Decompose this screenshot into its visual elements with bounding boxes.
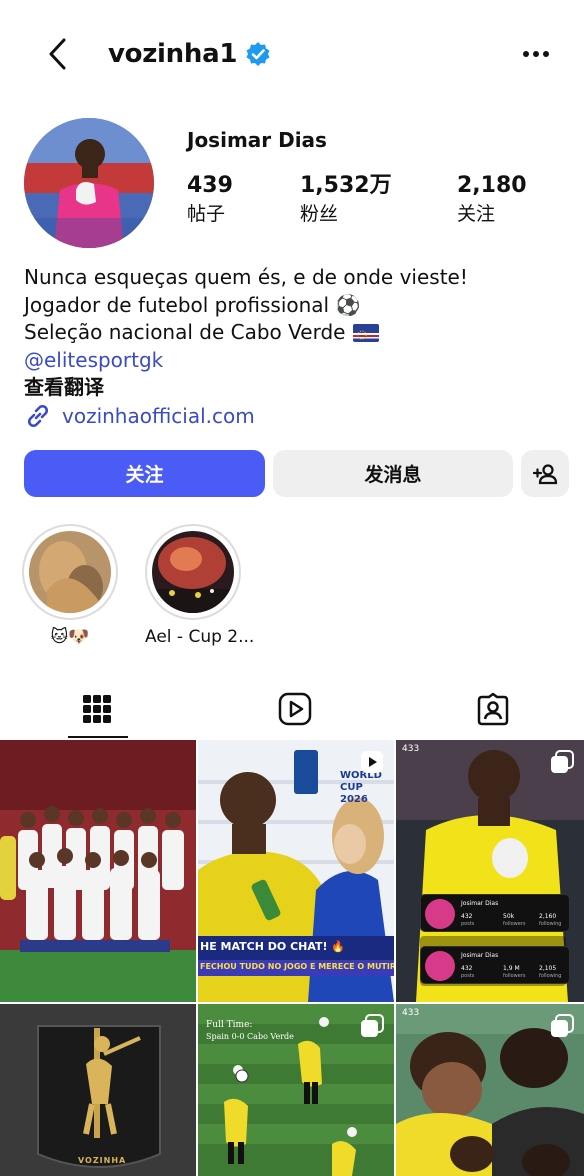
tab-reels[interactable] <box>198 680 392 738</box>
tab-tagged[interactable] <box>396 680 584 738</box>
post-thumbnail-4[interactable]: VOZINHA <box>0 1004 196 1176</box>
post-3-card-avatar <box>425 951 455 981</box>
stat-posts[interactable]: 439 帖子 <box>187 172 233 228</box>
carousel-badge-icon <box>361 1014 384 1037</box>
add-user-icon <box>532 463 558 484</box>
back-button[interactable] <box>40 36 76 72</box>
highlight-label-1: 🐱🐶 <box>50 627 90 647</box>
post-thumbnail-6[interactable]: 433 <box>396 1004 584 1176</box>
story-highlight-1[interactable]: 🐱🐶 <box>22 524 118 647</box>
post-3-card-2-lbl-followers: followers <box>503 973 526 979</box>
more-options-button[interactable] <box>516 36 556 72</box>
bio-line-1: Nunca esqueças quem és, e de onde vieste… <box>24 265 468 289</box>
stat-posts-label: 帖子 <box>187 203 226 225</box>
post-2-badge: WORLD CUP 2026 <box>340 770 382 805</box>
see-translation-button[interactable]: 查看翻译 <box>24 374 468 402</box>
username-header: vozinha1 <box>108 36 271 72</box>
profile-avatar[interactable] <box>24 118 154 248</box>
post-3-card-1-lbl-following: following <box>539 921 562 927</box>
website-link[interactable]: vozinhaofficial.com <box>24 402 255 430</box>
post-3-card-1-followers: 50k <box>503 913 515 920</box>
post-3-card-2-following: 2,105 <box>539 965 557 972</box>
post-3-card-1-name: Josimar Dias <box>461 900 499 907</box>
highlight-ring <box>145 524 241 620</box>
post-3-profile-card-1: Josimar Dias 432 50k 2,160 posts followe… <box>420 894 570 932</box>
post-thumbnail-2[interactable]: WORLD CUP 2026 HE MATCH DO CHAT! 🔥 FECHO… <box>198 740 394 1002</box>
tagged-icon <box>477 692 509 726</box>
post-2-subtitle: FECHOU TUDO NO JOGO E MERECE O MUTIRÃO <box>200 962 394 971</box>
bio-line-3-text: Seleção nacional de Cabo Verde <box>24 320 346 344</box>
stat-following[interactable]: 2,180 关注 <box>457 172 527 228</box>
more-horizontal-icon <box>523 51 549 57</box>
post-3-card-1-posts: 432 <box>461 913 473 920</box>
post-3-card-1-lbl-followers: followers <box>503 921 526 927</box>
post-3-card-2-name: Josimar Dias <box>461 952 499 959</box>
post-thumbnail-5[interactable]: Full Time: Spain 0-0 Cabo Verde <box>198 1004 394 1176</box>
tab-posts-grid[interactable] <box>0 680 194 738</box>
highlight-cover-2 <box>152 531 234 613</box>
post-4-plaque-text: VOZINHA <box>78 1156 127 1165</box>
cabo-verde-flag-icon <box>353 323 380 342</box>
post-3-card-avatar <box>425 899 455 929</box>
stat-following-value: 2,180 <box>457 173 527 198</box>
carousel-badge-icon <box>551 750 574 773</box>
post-5-score: Spain 0-0 Cabo Verde <box>206 1032 294 1041</box>
stat-followers-value: 1,532万 <box>300 173 392 198</box>
post-3-card-2-lbl-posts: posts <box>461 973 475 979</box>
post-3-profile-card-2: Josimar Dias 432 1,9 M 2,105 posts follo… <box>420 946 570 984</box>
post-thumbnail-1[interactable] <box>0 740 196 1002</box>
story-highlight-2[interactable]: Ael - Cup 2... <box>145 524 255 647</box>
carousel-badge-icon <box>551 1014 574 1037</box>
stat-followers[interactable]: 1,532万 粉丝 <box>300 172 392 228</box>
post-2-banner: HE MATCH DO CHAT! 🔥 <box>200 940 346 953</box>
bio: Nunca esqueças quem és, e de onde vieste… <box>24 264 468 402</box>
suggested-users-button[interactable] <box>521 450 569 497</box>
username: vozinha1 <box>108 39 238 69</box>
message-button[interactable]: 发消息 <box>273 450 513 497</box>
reels-icon <box>278 692 312 726</box>
bio-handle-link[interactable]: @elitesportgk <box>24 347 468 375</box>
post-3-card-2-posts: 432 <box>461 965 473 972</box>
link-icon <box>27 404 49 428</box>
stat-followers-label: 粉丝 <box>300 203 339 225</box>
stat-following-label: 关注 <box>457 203 496 225</box>
post-3-card-1-lbl-posts: posts <box>461 921 475 927</box>
post-3-card-2-lbl-following: following <box>539 973 562 979</box>
website-link-text: vozinhaofficial.com <box>62 404 255 428</box>
verified-badge-icon <box>246 42 270 66</box>
reel-badge-icon <box>361 751 383 773</box>
post-6-corner-label: 433 <box>402 1008 420 1018</box>
highlight-cover-1 <box>29 531 111 613</box>
post-5-title: Full Time: <box>206 1020 253 1030</box>
stat-posts-value: 439 <box>187 173 233 198</box>
highlight-label-2: Ael - Cup 2... <box>145 627 255 647</box>
follow-button[interactable]: 关注 <box>24 450 265 497</box>
grid-icon <box>83 695 111 723</box>
post-thumbnail-3[interactable]: 433 Josimar Dias 432 50k 2,160 posts fol… <box>396 740 584 1002</box>
post-3-card-1-following: 2,160 <box>539 913 557 920</box>
bio-line-2: Jogador de futebol profissional ⚽ <box>24 292 361 317</box>
bio-line-3: Seleção nacional de Cabo Verde <box>24 319 468 347</box>
avatar-photo <box>24 118 154 248</box>
post-3-corner-label: 433 <box>402 744 420 754</box>
highlight-ring <box>22 524 118 620</box>
profile-tabs <box>0 680 584 738</box>
post-3-card-2-followers: 1,9 M <box>503 965 520 972</box>
top-bar: vozinha1 <box>0 0 584 108</box>
chevron-left-icon <box>49 38 66 70</box>
display-name: Josimar Dias <box>187 128 327 152</box>
